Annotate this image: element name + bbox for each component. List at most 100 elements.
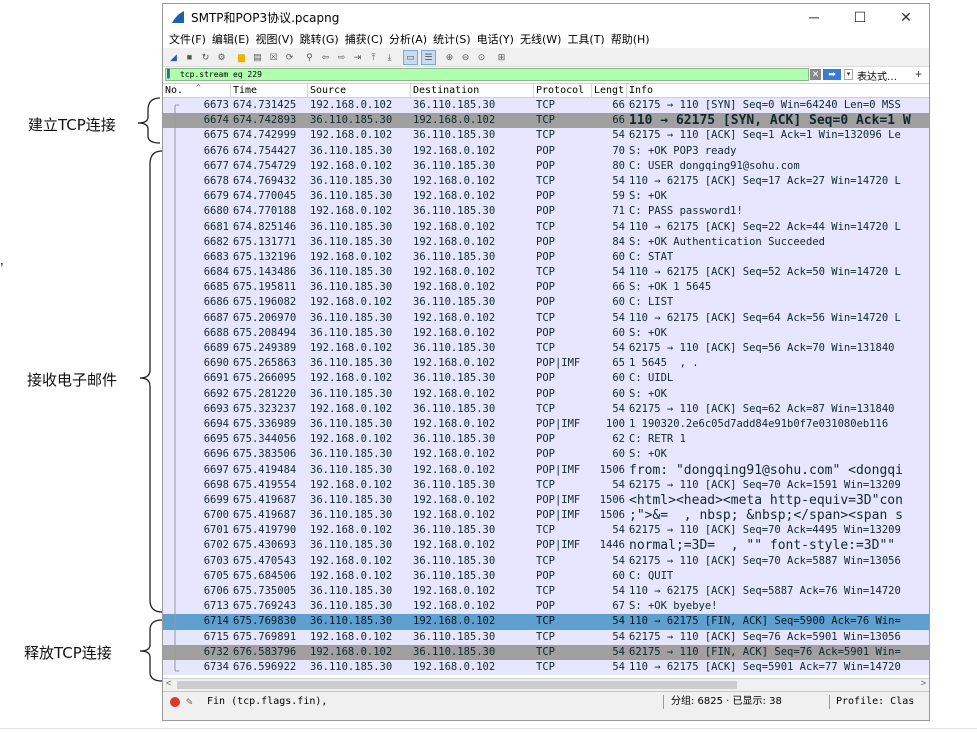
resize-columns-icon[interactable]: ⊞ — [495, 51, 508, 64]
menu-item-1[interactable]: 编辑(E) — [209, 31, 253, 47]
packet-row-6715[interactable]: 6715 675.769891 192.168.0.102 36.110.185.30… — [163, 629, 929, 645]
last-icon[interactable]: ⤓ — [383, 51, 396, 64]
expert-info-icon[interactable] — [170, 697, 180, 707]
scroll-left-icon[interactable]: < — [166, 678, 171, 688]
packet-info: ;">&= , nbsp; &nbsp;</span><span s — [629, 508, 903, 524]
packet-row-6700[interactable]: 6700 675.419687 36.110.185.30 192.168.0.102… — [163, 508, 929, 524]
packet-row-6683[interactable]: 6683 675.132196 192.168.0.102 36.110.185.30… — [163, 249, 929, 266]
column-header-destination[interactable]: Destination — [411, 84, 534, 97]
packet-row-6705[interactable]: 6705 675.684506 192.168.0.102 36.110.185.30… — [163, 568, 929, 584]
maximize-button[interactable]: ☐ — [837, 4, 883, 30]
menu-item-8[interactable]: 无线(W) — [517, 31, 564, 47]
packet-row-6687[interactable]: 6687 675.206970 36.110.185.30 192.168.0.102… — [163, 310, 929, 326]
packet-row-6693[interactable]: 6693 675.323237 192.168.0.102 36.110.185.30… — [163, 401, 929, 417]
packet-row-6714[interactable]: 6714 675.769830 36.110.185.30 192.168.0.102… — [163, 614, 929, 630]
column-header-protocol[interactable]: Protocol — [534, 84, 592, 97]
display-filter-input[interactable]: tcp.stream eq 229 — [165, 68, 809, 81]
zoom-out-icon[interactable]: ⊖ — [459, 51, 472, 64]
packet-row-6676[interactable]: 6676 674.754427 36.110.185.30 192.168.0.102… — [163, 143, 929, 159]
packet-row-6673[interactable]: 6673 674.731425 192.168.0.102 36.110.185.30… — [163, 98, 929, 114]
column-header-source[interactable]: Source — [308, 84, 411, 97]
goto-icon[interactable]: ⇥ — [351, 51, 364, 64]
packet-row-6680[interactable]: 6680 674.770188 192.168.0.102 36.110.185.30… — [163, 204, 929, 220]
menu-item-4[interactable]: 捕获(C) — [342, 31, 386, 47]
save-icon[interactable]: ▤ — [251, 51, 264, 64]
packet-row-6682[interactable]: 6682 675.131771 36.110.185.30 192.168.0.102… — [163, 234, 929, 250]
packet-row-6688[interactable]: 6688 675.208494 36.110.185.30 192.168.0.102… — [163, 325, 929, 341]
back-icon[interactable]: ⇦ — [319, 51, 332, 64]
profile-indicator[interactable]: Profile: Clas — [836, 692, 914, 712]
packet-row-6678[interactable]: 6678 674.769432 36.110.185.30 192.168.0.102… — [163, 173, 929, 190]
packet-row-6699[interactable]: 6699 675.419687 36.110.185.30 192.168.0.102… — [163, 492, 929, 509]
packet-row-6701[interactable]: 6701 675.419790 192.168.0.102 36.110.185.30… — [163, 523, 929, 539]
packet-no: 6678 — [203, 174, 229, 187]
menu-item-6[interactable]: 统计(S) — [430, 31, 474, 47]
menu-item-0[interactable]: 文件(F) — [166, 31, 209, 47]
packet-row-6675[interactable]: 6675 674.742999 192.168.0.102 36.110.185.30… — [163, 128, 929, 144]
packet-length: 54 — [612, 342, 625, 354]
menu-item-3[interactable]: 跳转(G) — [297, 31, 342, 47]
zoom-reset-icon[interactable]: ⊙ — [475, 51, 488, 64]
add-filter-button[interactable]: + — [915, 67, 922, 81]
packet-time: 675.684506 — [233, 569, 297, 582]
open-icon[interactable]: ▆ — [235, 51, 248, 64]
column-header-time[interactable]: Time — [231, 84, 308, 97]
filter-history-dropdown-icon[interactable]: ▾ — [844, 69, 853, 80]
packet-row-6684[interactable]: 6684 675.143486 36.110.185.30 192.168.0.102… — [163, 265, 929, 281]
clear-filter-icon[interactable]: ✕ — [810, 69, 821, 80]
packet-row-6681[interactable]: 6681 674.825146 36.110.185.30 192.168.0.102… — [163, 219, 929, 235]
packet-row-6734[interactable]: 6734 676.596922 36.110.185.30 192.168.0.102… — [163, 659, 929, 676]
menu-item-7[interactable]: 电话(Y) — [474, 31, 517, 47]
packet-row-6679[interactable]: 6679 674.770045 36.110.185.30 192.168.0.102… — [163, 189, 929, 205]
apply-filter-icon[interactable]: ➡ — [823, 69, 841, 80]
colorize-icon[interactable]: ☰ — [421, 49, 436, 65]
scroll-right-icon[interactable]: > — [921, 678, 926, 688]
minimize-button[interactable]: ─ — [791, 4, 837, 30]
packet-time: 675.206970 — [233, 311, 297, 324]
bookmark-icon[interactable]: ▌ — [167, 69, 173, 78]
packet-row-6689[interactable]: 6689 675.249389 192.168.0.102 36.110.185.30… — [163, 341, 929, 357]
horizontal-scrollbar[interactable]: < > — [163, 678, 929, 691]
packet-row-6697[interactable]: 6697 675.419484 36.110.185.30 192.168.0.102… — [163, 462, 929, 478]
zoom-in-icon[interactable]: ⊕ — [443, 51, 456, 64]
packet-row-6691[interactable]: 6691 675.266095 192.168.0.102 36.110.185.30… — [163, 371, 929, 387]
first-icon[interactable]: ⤒ — [367, 51, 380, 64]
packet-row-6677[interactable]: 6677 674.754729 192.168.0.102 36.110.185.30… — [163, 158, 929, 174]
packet-row-6732[interactable]: 6732 676.583796 192.168.0.102 36.110.185.30… — [163, 644, 929, 660]
packet-row-6674[interactable]: 6674 674.742893 36.110.185.30 192.168.0.102… — [163, 113, 929, 129]
sort-ascending-icon: ^ — [196, 83, 201, 92]
reload-icon[interactable]: ⟳ — [283, 51, 296, 64]
shark-fin-icon[interactable]: ◢ — [167, 51, 180, 64]
packet-row-6690[interactable]: 6690 675.265863 36.110.185.30 192.168.0.102… — [163, 356, 929, 372]
close-file-icon[interactable]: ☒ — [267, 51, 280, 64]
edit-comment-icon[interactable]: ✎ — [186, 692, 193, 712]
stop-icon[interactable]: ■ — [183, 51, 196, 64]
forward-icon[interactable]: ⇨ — [335, 51, 348, 64]
find-icon[interactable]: ⚲ — [303, 51, 316, 64]
packet-row-6696[interactable]: 6696 675.383506 36.110.185.30 192.168.0.102… — [163, 447, 929, 463]
packet-row-6698[interactable]: 6698 675.419554 192.168.0.102 36.110.185.30… — [163, 477, 929, 493]
packet-row-6703[interactable]: 6703 675.470543 192.168.0.102 36.110.185.30… — [163, 553, 929, 569]
column-header-length[interactable]: Lengt — [592, 84, 627, 97]
packet-row-6692[interactable]: 6692 675.281220 36.110.185.30 192.168.0.102… — [163, 386, 929, 402]
packet-row-6695[interactable]: 6695 675.344056 192.168.0.102 36.110.185.30… — [163, 432, 929, 448]
packet-time: 675.769830 — [233, 615, 297, 628]
menu-item-9[interactable]: 工具(T) — [564, 31, 607, 47]
options-icon[interactable]: ⚙ — [215, 51, 228, 64]
scrollbar-thumb[interactable] — [177, 681, 737, 689]
expression-button[interactable]: 表达式… — [857, 68, 897, 83]
packet-row-6686[interactable]: 6686 675.196082 192.168.0.102 36.110.185.30… — [163, 295, 929, 311]
menu-item-2[interactable]: 视图(V) — [252, 31, 296, 47]
packet-row-6713[interactable]: 6713 675.769243 36.110.185.30 192.168.0.102… — [163, 599, 929, 615]
packet-row-6706[interactable]: 6706 675.735005 36.110.185.30 192.168.0.102… — [163, 584, 929, 600]
packet-time: 675.143486 — [233, 266, 297, 279]
autoscroll-icon[interactable]: ▭ — [403, 49, 418, 65]
restart-icon[interactable]: ↻ — [199, 51, 212, 64]
packet-row-6694[interactable]: 6694 675.336989 36.110.185.30 192.168.0.102… — [163, 416, 929, 433]
packet-row-6702[interactable]: 6702 675.430693 36.110.185.30 192.168.0.102… — [163, 538, 929, 554]
close-button[interactable]: ✕ — [883, 4, 929, 30]
column-header-info[interactable]: Info — [627, 84, 929, 97]
menu-item-5[interactable]: 分析(A) — [386, 31, 430, 47]
menu-item-10[interactable]: 帮助(H) — [608, 31, 653, 47]
packet-row-6685[interactable]: 6685 675.195811 36.110.185.30 192.168.0.102… — [163, 280, 929, 296]
